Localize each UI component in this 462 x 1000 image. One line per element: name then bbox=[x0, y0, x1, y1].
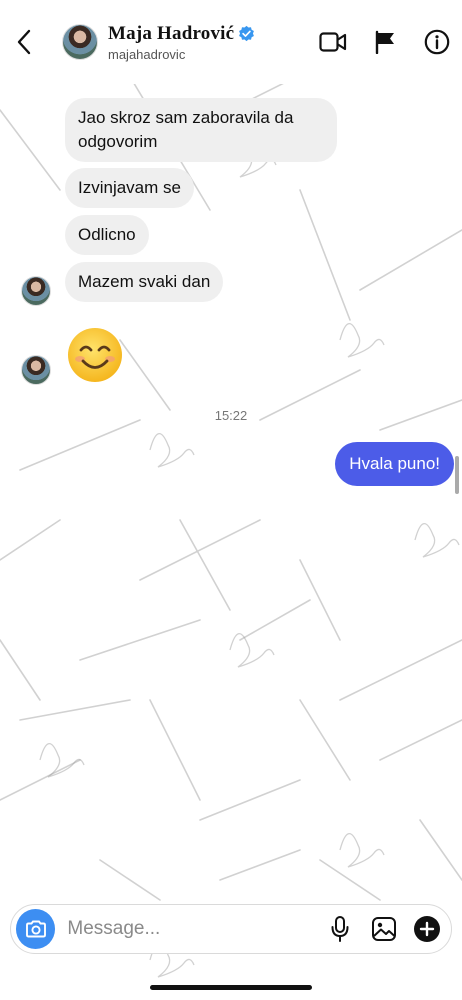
message-bubble[interactable]: Jao skroz sam zaboravila da odgovorim bbox=[65, 98, 337, 162]
report-flag-button[interactable] bbox=[370, 27, 400, 57]
camera-icon bbox=[25, 920, 46, 938]
sender-avatar[interactable] bbox=[21, 355, 51, 385]
info-button[interactable] bbox=[422, 27, 452, 57]
back-button[interactable] bbox=[16, 22, 50, 62]
voice-message-button[interactable] bbox=[324, 913, 356, 945]
contact-avatar[interactable] bbox=[62, 24, 98, 60]
chat-header: Maja Hadrović majahadrovic bbox=[0, 0, 462, 84]
plus-icon bbox=[414, 916, 441, 942]
flag-icon bbox=[375, 30, 394, 54]
video-call-button[interactable] bbox=[318, 27, 348, 57]
message-thread: Jao skroz sam zaboravila da odgovorim Iz… bbox=[0, 84, 462, 904]
message-bubble[interactable]: Odlicno bbox=[65, 215, 149, 255]
message-timestamp: 15:22 bbox=[214, 408, 248, 423]
scrollbar[interactable] bbox=[455, 456, 459, 494]
contact-name: Maja Hadrović bbox=[108, 22, 235, 44]
smiling-face-emoji-icon[interactable] bbox=[66, 326, 124, 384]
camera-button[interactable] bbox=[16, 909, 56, 949]
video-call-icon bbox=[319, 32, 347, 52]
gallery-icon bbox=[371, 917, 396, 941]
verified-badge-icon bbox=[239, 25, 255, 42]
microphone-icon bbox=[331, 916, 349, 942]
message-bubble-outgoing[interactable]: Hvala puno! bbox=[335, 442, 454, 486]
message-composer bbox=[10, 904, 452, 954]
more-options-button[interactable] bbox=[411, 913, 443, 945]
home-indicator[interactable] bbox=[150, 985, 312, 990]
gallery-button[interactable] bbox=[368, 913, 400, 945]
back-chevron-icon bbox=[17, 29, 31, 55]
message-bubble[interactable]: Mazem svaki dan bbox=[65, 262, 224, 302]
message-bubble[interactable]: Izvinjavam se bbox=[65, 168, 194, 208]
contact-username: majahadrovic bbox=[108, 46, 186, 62]
sender-avatar[interactable] bbox=[21, 276, 51, 306]
message-input[interactable] bbox=[67, 918, 313, 940]
info-icon bbox=[424, 29, 450, 55]
contact-info[interactable]: Maja Hadrović majahadrovic bbox=[108, 23, 255, 62]
